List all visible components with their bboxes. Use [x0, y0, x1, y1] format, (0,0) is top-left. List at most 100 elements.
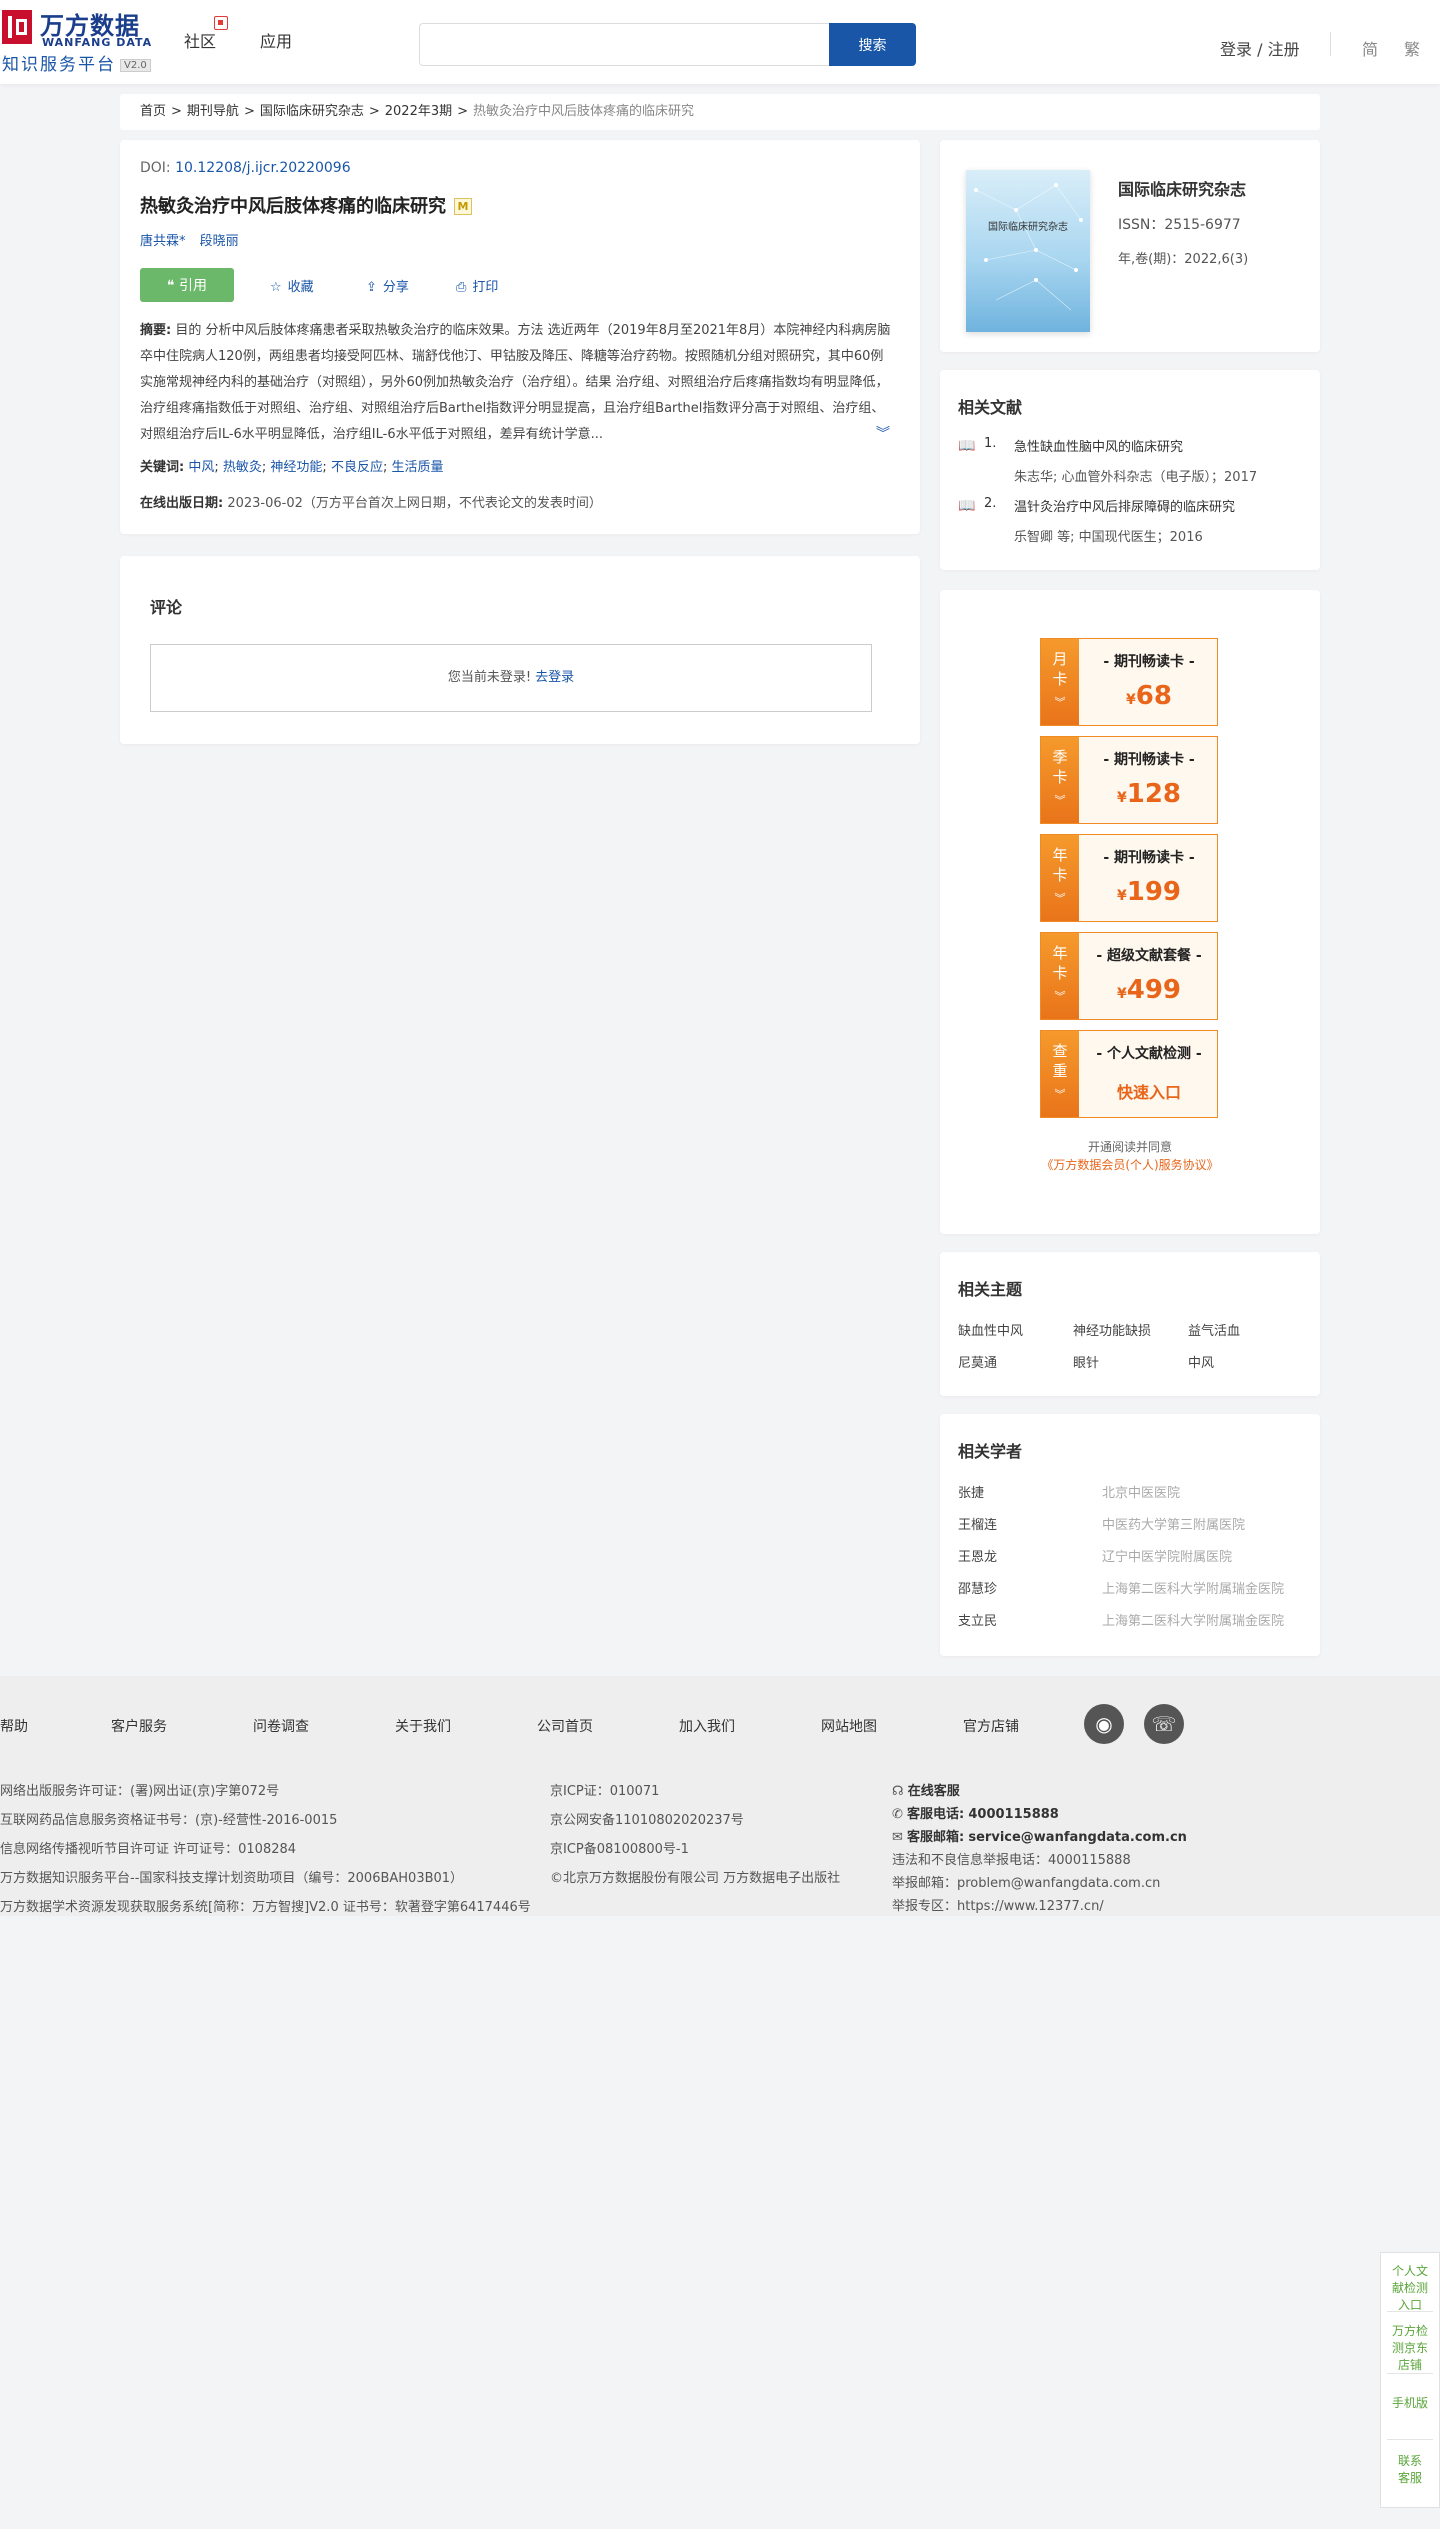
article-card: DOI: 10.12208/j.ijcr.20220096 热敏灸治疗中风后肢体…	[120, 140, 920, 534]
scholar-name[interactable]: 王榴连	[958, 1514, 997, 1533]
vip-card-yearly[interactable]: 年卡 ︾ - 期刊畅读卡 - ¥199	[1040, 834, 1218, 922]
scholar-org: 北京中医医院	[1102, 1486, 1181, 1501]
expand-abstract-icon[interactable]: ︾	[876, 423, 890, 443]
vip-name: - 期刊畅读卡 -	[1103, 850, 1195, 866]
footer-nav-company[interactable]: 公司首页	[537, 1716, 593, 1736]
wechat-icon[interactable]: ☏	[1144, 1704, 1184, 1744]
breadcrumb-current: 热敏灸治疗中风后肢体疼痛的临床研究	[473, 104, 695, 119]
scholar-org: 上海第二医科大学附属瑞金医院	[1102, 1582, 1285, 1597]
abstract: 摘要: 目的 分析中风后肢体疼痛患者采取热敏灸治疗的临床效果。方法 选近两年（2…	[140, 323, 891, 442]
float-mobile[interactable]: 手机版	[1381, 2395, 1439, 2412]
login-register-link[interactable]: 登录 / 注册	[1220, 36, 1300, 60]
double-chevron-icon: ︾	[1054, 892, 1066, 905]
share-button[interactable]: ⇪ 分享	[366, 276, 409, 295]
cite-button[interactable]: ❝ 引用	[140, 268, 234, 302]
journal-volume: 年,卷(期)：2022,6(3)	[1118, 252, 1249, 267]
footer-nav-join[interactable]: 加入我们	[679, 1716, 735, 1736]
footer-nav-store[interactable]: 官方店铺	[963, 1716, 1019, 1736]
scholar-org: 辽宁中医学院附属医院	[1102, 1550, 1233, 1565]
journal-issn: ISSN：2515-6977	[1118, 217, 1241, 233]
phone-icon: ✆	[892, 1807, 908, 1822]
search-bar: 搜索	[419, 23, 916, 66]
footer-icp[interactable]: 京ICP备08100800号-1	[550, 1838, 689, 1857]
related-title: 相关文献	[958, 398, 1023, 417]
author-link[interactable]: 唐共霖*	[140, 234, 186, 249]
footer-nav-help[interactable]: 帮助	[0, 1716, 28, 1736]
online-service-link[interactable]: ☊ 在线客服	[892, 1780, 960, 1799]
keyword-link[interactable]: 生活质量	[391, 460, 443, 475]
logo-mark-icon	[2, 10, 32, 44]
breadcrumb-journals[interactable]: 期刊导航	[187, 104, 239, 119]
topic-link[interactable]: 中风	[1188, 1352, 1214, 1371]
breadcrumb-issue[interactable]: 2022年3期	[385, 104, 452, 119]
comment-login-box: 您当前未登录! 去登录	[150, 644, 872, 712]
favorite-button[interactable]: ☆ 收藏	[270, 276, 314, 295]
breadcrumb-home[interactable]: 首页	[140, 104, 166, 119]
vip-price: ¥499	[1116, 975, 1182, 1005]
logo-subtitle: 知识服务平台 V2.0	[2, 50, 151, 75]
related-item-title[interactable]: 温针灸治疗中风后排尿障碍的临床研究	[1014, 496, 1235, 515]
floating-side-bar: 个人文献检测入口 万方检测京东店铺 手机版 联系客服	[1380, 2252, 1440, 2508]
float-plagiarism-entry[interactable]: 个人文献检测入口	[1381, 2263, 1439, 2314]
author-list: 唐共霖* 段晓丽	[140, 230, 249, 249]
go-login-link[interactable]: 去登录	[535, 670, 574, 685]
scholar-org: 上海第二医科大学附属瑞金医院	[1102, 1614, 1285, 1629]
footer-nav-survey[interactable]: 问卷调查	[253, 1716, 309, 1736]
search-button[interactable]: 搜索	[829, 23, 916, 66]
quick-entry-link[interactable]: 快速入口	[1079, 1079, 1219, 1103]
vip-name: - 超级文献套餐 -	[1096, 948, 1202, 964]
keyword-link[interactable]: 不良反应	[331, 460, 383, 475]
topic-link[interactable]: 眼针	[1073, 1352, 1099, 1371]
topic-link[interactable]: 缺血性中风	[958, 1320, 1023, 1339]
lang-traditional[interactable]: 繁	[1404, 36, 1420, 60]
footer-nav-service[interactable]: 客户服务	[111, 1716, 167, 1736]
agreement-link[interactable]: 《万方数据会员(个人)服务协议》	[940, 1156, 1320, 1174]
journal-name[interactable]: 国际临床研究杂志	[1118, 176, 1246, 200]
footer-icp[interactable]: 京公网安备11010802020237号	[550, 1809, 744, 1828]
scholars-title: 相关学者	[958, 1442, 1023, 1461]
float-contact-service[interactable]: 联系客服	[1381, 2453, 1439, 2487]
related-item-title[interactable]: 急性缺血性脑中风的临床研究	[1014, 436, 1183, 455]
report-email: 举报邮箱：problem@wanfangdata.com.cn	[892, 1876, 1161, 1891]
top-header: 万方数据 WANFANG DATA 知识服务平台 V2.0 社区 应用 搜索 登录…	[0, 0, 1440, 84]
footer-nav-about[interactable]: 关于我们	[395, 1716, 451, 1736]
topic-link[interactable]: 益气活血	[1188, 1320, 1240, 1339]
vip-card-plagiarism-check[interactable]: 查重 ︾ - 个人文献检测 - 快速入口	[1040, 1030, 1218, 1118]
service-email: ✉ 客服邮箱: service@wanfangdata.com.cn	[892, 1830, 1187, 1845]
scholar-name[interactable]: 邵慧珍	[958, 1578, 997, 1597]
membership-card-panel: 月卡 ︾ - 期刊畅读卡 - ¥68 季卡 ︾ - 期刊畅读卡 - ¥128 年卡 ︾…	[940, 590, 1320, 1234]
topic-link[interactable]: 尼莫通	[958, 1352, 997, 1371]
scholar-name[interactable]: 支立民	[958, 1610, 997, 1629]
double-chevron-icon: ︾	[1054, 794, 1066, 807]
journal-cover[interactable]: 国际临床研究杂志	[966, 170, 1090, 332]
related-topics-card: 相关主题 缺血性中风 神经功能缺损 益气活血 尼莫通 眼针 中风	[940, 1252, 1320, 1396]
footer-nav-sitemap[interactable]: 网站地图	[821, 1716, 877, 1736]
scholar-name[interactable]: 王恩龙	[958, 1546, 997, 1565]
vip-card-monthly[interactable]: 月卡 ︾ - 期刊畅读卡 - ¥68	[1040, 638, 1218, 726]
agreement-text: 开通阅读并同意 《万方数据会员(个人)服务协议》	[940, 1138, 1320, 1174]
lang-simplified[interactable]: 简	[1362, 36, 1378, 60]
search-input[interactable]	[419, 23, 831, 66]
scholar-name[interactable]: 张捷	[958, 1482, 984, 1501]
nav-community[interactable]: 社区	[184, 16, 229, 52]
vip-tag: 年卡 ︾	[1041, 933, 1079, 1019]
m-badge-icon: M	[454, 198, 472, 215]
vip-name: - 期刊畅读卡 -	[1103, 654, 1195, 670]
logo-en-text: WANFANG DATA	[42, 36, 153, 49]
topic-link[interactable]: 神经功能缺损	[1073, 1320, 1151, 1339]
keyword-link[interactable]: 中风	[188, 460, 214, 475]
breadcrumb-journal[interactable]: 国际临床研究杂志	[260, 104, 364, 119]
weibo-icon[interactable]: ◉	[1084, 1704, 1124, 1744]
nav-apps[interactable]: 应用	[260, 28, 292, 52]
keyword-link[interactable]: 热敏灸	[223, 460, 262, 475]
wanfang-logo[interactable]: 万方数据 WANFANG DATA 知识服务平台 V2.0	[0, 6, 170, 76]
print-button[interactable]: ⎙ 打印	[456, 276, 498, 295]
report-area[interactable]: 举报专区：https://www.12377.cn/	[892, 1895, 1104, 1914]
vip-card-quarterly[interactable]: 季卡 ︾ - 期刊畅读卡 - ¥128	[1040, 736, 1218, 824]
float-jd-store[interactable]: 万方检测京东店铺	[1381, 2323, 1439, 2374]
doi-link[interactable]: 10.12208/j.ijcr.20220096	[175, 160, 351, 176]
keyword-link[interactable]: 神经功能	[270, 460, 322, 475]
vip-card-super-package[interactable]: 年卡 ︾ - 超级文献套餐 - ¥499	[1040, 932, 1218, 1020]
author-link[interactable]: 段晓丽	[200, 234, 239, 249]
footer-license: 网络出版服务许可证：(署)网出证(京)字第072号	[0, 1784, 280, 1799]
